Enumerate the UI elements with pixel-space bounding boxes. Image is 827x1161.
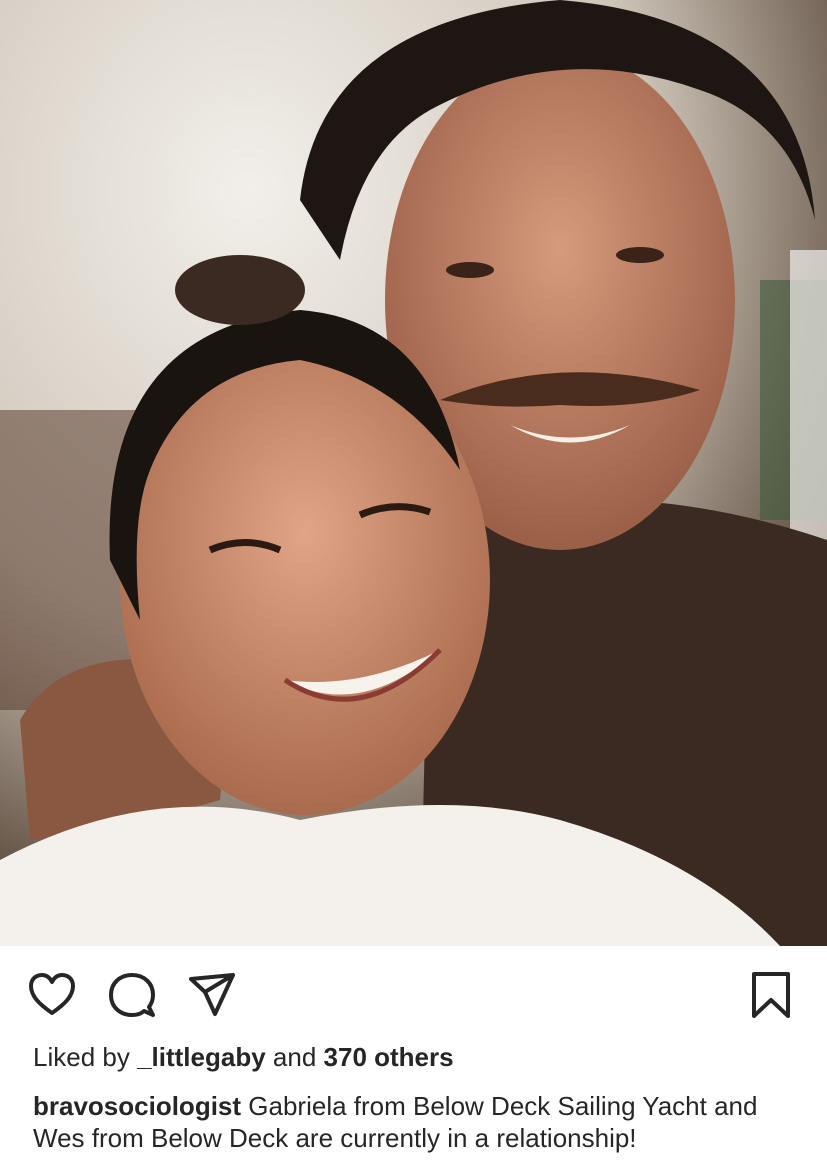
post-photo[interactable] xyxy=(0,0,827,946)
heart-icon[interactable] xyxy=(27,970,77,1020)
instagram-post: Liked by _littlegaby and 370 others brav… xyxy=(0,0,827,1161)
likes-count-link[interactable]: 370 others xyxy=(324,1042,454,1072)
likes-prefix: Liked by xyxy=(33,1042,130,1072)
caption-username-link[interactable]: bravosociologist xyxy=(33,1091,241,1121)
post-caption: bravosociologist Gabriela from Below Dec… xyxy=(33,1090,813,1154)
send-icon[interactable] xyxy=(187,970,237,1020)
likes-joiner: and xyxy=(272,1042,317,1072)
likes-summary: Liked by _littlegaby and 370 others xyxy=(33,1042,454,1073)
comment-icon[interactable] xyxy=(107,970,157,1020)
bookmark-icon[interactable] xyxy=(746,970,796,1020)
post-action-bar xyxy=(0,946,827,1044)
post-photo-illustration xyxy=(0,0,827,946)
liked-by-username-link[interactable]: _littlegaby xyxy=(137,1042,266,1072)
